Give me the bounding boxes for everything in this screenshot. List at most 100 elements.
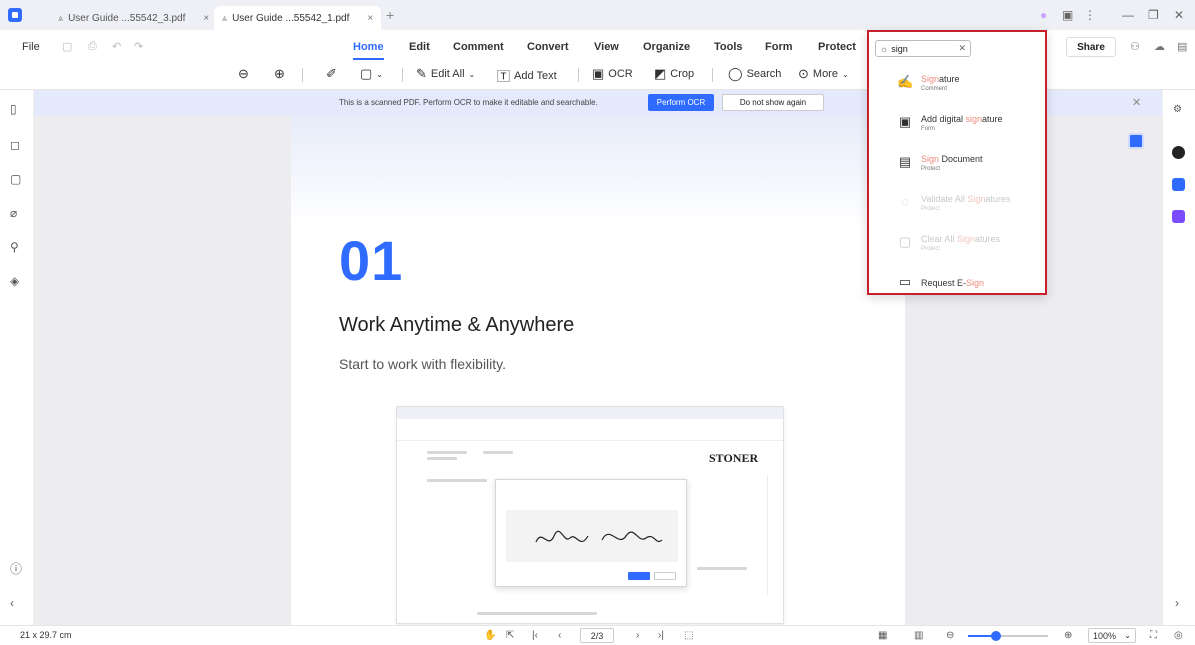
restore-icon[interactable]: ❐ — [1148, 8, 1159, 22]
ocr-button[interactable]: ▣ OCR — [592, 66, 633, 82]
text-box-icon: 🅃 — [497, 69, 511, 84]
collapse-right-icon[interactable]: › — [1175, 596, 1179, 610]
ai-assistant-icon[interactable] — [1172, 146, 1185, 159]
layers-icon[interactable]: ◈ — [10, 274, 19, 288]
plugin-icon[interactable] — [1172, 210, 1185, 223]
zoom-slider-handle[interactable] — [991, 631, 1001, 641]
help-icon[interactable]: ⓘ — [10, 560, 22, 577]
tab-form[interactable]: Form — [765, 41, 793, 53]
tab-protect[interactable]: Protect — [818, 41, 856, 53]
page-layout-icon[interactable]: ▦ — [878, 630, 887, 641]
zoom-value: 100% — [1093, 630, 1117, 641]
page-number-input[interactable]: 2/3 — [580, 628, 614, 643]
attachment-icon[interactable]: ⌀ — [10, 206, 17, 220]
left-sidebar: ▯ ◻ ▢ ⌀ ⚲ ◈ ⓘ ‹ — [0, 90, 34, 625]
floating-toolbox-icon[interactable] — [1128, 133, 1144, 149]
tab-document-3[interactable]: ⩓ User Guide ...55542_3.pdf × — [50, 6, 217, 30]
search-icon[interactable]: ⚲ — [10, 240, 19, 254]
highlight-button[interactable]: ✐ — [326, 66, 337, 82]
signature-scribble — [535, 530, 663, 543]
zoom-out-icon[interactable]: ⊖ — [946, 630, 954, 641]
chevron-down-icon: ⌄ — [376, 69, 383, 79]
zoom-out-button[interactable]: ⊖ — [238, 66, 249, 82]
view-mode-icon[interactable]: ▥ — [914, 630, 923, 641]
undo-icon[interactable]: ↶ — [112, 40, 121, 53]
properties-icon[interactable]: ⚙ — [1173, 104, 1182, 115]
page-subline: Start to work with flexibility. — [339, 356, 507, 372]
do-not-show-again-button[interactable]: Do not show again — [722, 94, 824, 111]
message-icon[interactable]: ▣ — [1062, 8, 1073, 22]
mini-text-line — [427, 451, 467, 454]
result-title-match: Sign — [921, 154, 940, 164]
clear-search-icon[interactable]: ✕ — [958, 43, 966, 54]
result-title-match: Sign — [966, 278, 985, 288]
zoom-in-button[interactable]: ⊕ — [274, 66, 285, 82]
tab-view[interactable]: View — [594, 41, 619, 53]
comment-icon[interactable]: ▢ — [10, 172, 21, 186]
select-tool-icon[interactable]: ⇱ — [506, 630, 514, 641]
hand-tool-icon[interactable]: ✋ — [484, 630, 496, 641]
mini-logo: STONER — [709, 451, 759, 465]
result-title: Signature — [921, 74, 960, 84]
tab-tools[interactable]: Tools — [714, 41, 743, 53]
save-icon[interactable]: ▢ — [62, 40, 72, 53]
zoom-in-icon[interactable]: ⊕ — [1064, 630, 1072, 641]
result-title: Sign Document — [921, 154, 983, 164]
tab-edit[interactable]: Edit — [409, 41, 430, 53]
page-thumbnail-icon[interactable]: ▯ — [10, 102, 17, 116]
redo-icon[interactable]: ↷ — [134, 40, 143, 53]
close-window-icon[interactable]: ✕ — [1174, 8, 1184, 22]
title-bar: ⩓ User Guide ...55542_3.pdf × ⩓ User Gui… — [0, 0, 1195, 30]
print-icon[interactable]: ⎙ — [88, 40, 97, 53]
add-text-label: Add Text — [514, 69, 557, 82]
file-menu[interactable]: File — [22, 41, 40, 53]
crop-button[interactable]: ◩ Crop — [654, 66, 694, 82]
minimize-icon[interactable]: — — [1122, 8, 1134, 22]
last-page-icon[interactable]: ›| — [658, 630, 664, 641]
bookmark-icon[interactable]: ◻ — [10, 138, 20, 152]
add-text-button[interactable]: 🅃 Add Text — [497, 66, 557, 85]
perform-ocr-button[interactable]: Perform OCR — [648, 94, 714, 111]
tab-convert[interactable]: Convert — [527, 41, 569, 53]
pdf-icon: ⩓ — [58, 12, 64, 23]
tab-home[interactable]: Home — [353, 41, 384, 60]
command-search-input[interactable]: ☼ sign ✕ — [875, 40, 971, 57]
reading-mode-icon[interactable]: ◎ — [1174, 630, 1183, 641]
close-tab-icon[interactable]: × — [203, 13, 209, 24]
tab-comment[interactable]: Comment — [453, 41, 504, 53]
collapse-left-icon[interactable]: ‹ — [10, 596, 14, 610]
translate-icon[interactable] — [1172, 178, 1185, 191]
more-button[interactable]: ⊙ More ⌄ — [798, 66, 849, 82]
more-vertical-icon[interactable]: ⋮ — [1084, 8, 1096, 22]
zoom-select[interactable]: 100% ⌄ — [1088, 628, 1136, 643]
first-page-icon[interactable]: |‹ — [532, 630, 538, 641]
new-tab-button[interactable]: + — [386, 7, 394, 23]
mini-text-line — [697, 567, 747, 570]
fullscreen-icon[interactable]: ⛶ — [1150, 630, 1157, 641]
fit-page-icon[interactable]: ⬚ — [684, 630, 693, 641]
more-label: More — [812, 68, 838, 80]
close-banner-icon[interactable]: ✕ — [1132, 96, 1141, 109]
edit-all-button[interactable]: ✎ Edit All ⌄ — [416, 66, 475, 82]
search-button[interactable]: ◯ Search — [728, 66, 781, 82]
toolbar-divider — [578, 68, 579, 82]
zoom-slider[interactable] — [968, 631, 1048, 641]
pen-icon: ✎ — [416, 66, 427, 81]
close-tab-icon[interactable]: × — [367, 13, 373, 24]
panel-toggle-icon[interactable]: ▤ — [1177, 40, 1187, 53]
rectangle-icon: ▢ — [360, 66, 373, 81]
app-logo[interactable] — [8, 8, 22, 22]
prev-page-icon[interactable]: ‹ — [558, 630, 561, 641]
share-button[interactable]: Share — [1066, 37, 1116, 57]
avatar-icon[interactable]: ● — [1040, 8, 1047, 22]
next-page-icon[interactable]: › — [636, 630, 639, 641]
search-label: Search — [746, 68, 782, 80]
tab-document-1[interactable]: ⩓ User Guide ...55542_1.pdf × — [214, 6, 382, 30]
result-category: Protect — [921, 206, 941, 212]
cloud-upload-icon[interactable]: ☁ — [1154, 40, 1165, 53]
result-title: Add digital signature — [921, 114, 1003, 124]
result-title-prefix: Add digital — [921, 114, 966, 124]
shape-button[interactable]: ▢ ⌄ — [360, 66, 383, 82]
tab-organize[interactable]: Organize — [643, 41, 690, 53]
collaborate-icon[interactable]: ⚇ — [1130, 40, 1140, 53]
